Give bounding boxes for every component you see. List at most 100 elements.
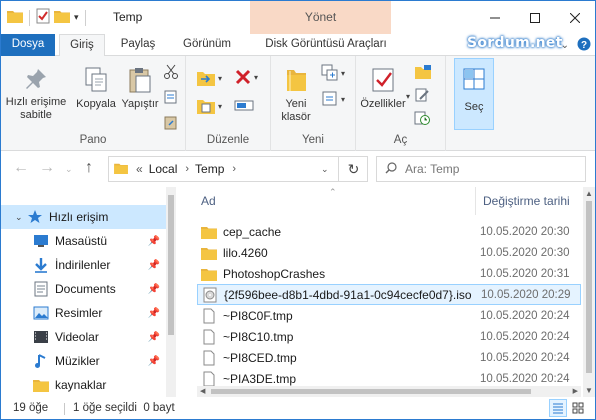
breadcrumb-local[interactable]: Local [149,162,178,176]
pin-icon[interactable]: 📌 [148,284,160,295]
pin-icon[interactable]: 📌 [148,236,160,247]
minimize-button[interactable] [475,1,515,34]
copy-to-button[interactable]: ▾ [196,96,222,116]
explorer-window: ▾ Temp Yönet Dosya Giriş Paylaş Görünüm … [0,0,596,420]
status-bar: 19 öğe 1 öğe seçildi 0 bayt [1,397,595,419]
folder-icon[interactable] [7,9,23,26]
edit-icon[interactable] [414,87,432,106]
nav-item-masaustu[interactable]: Masaüstü 📌 [1,229,166,253]
delete-button[interactable]: ▾ [234,68,258,86]
large-icons-view-button[interactable] [569,399,587,417]
nav-item-quick-access[interactable]: ⌄ Hızlı erişim [1,205,166,229]
horizontal-scrollbar[interactable]: ◀ ▶ [197,386,581,397]
help-icon[interactable]: ? [577,37,591,54]
file-icon [201,350,217,366]
new-folder-icon[interactable] [54,9,70,26]
list-item[interactable]: ~PI8C0F.tmp 10.05.2020 20:24 [197,305,581,326]
new-folder-button[interactable]: Yeni klasör [275,66,317,124]
easy-access-button[interactable]: ▾ [321,90,345,108]
chevron-right-icon[interactable]: › [232,163,236,175]
history-icon[interactable] [414,110,432,129]
scrollbar-thumb[interactable] [211,389,531,394]
list-item[interactable]: lilo.4260 10.05.2020 20:30 [197,242,581,263]
scroll-right-arrow-icon[interactable]: ▶ [573,387,578,395]
recent-locations-chevron-icon[interactable]: ⌄ [65,164,73,175]
tab-yonet-context[interactable]: Yönet [250,1,391,34]
scrollbar-thumb[interactable] [168,195,174,335]
move-to-button[interactable]: ▾ [196,68,222,88]
pin-quick-access-button[interactable]: Hızlı erişime sabitle [5,66,67,122]
address-history-chevron-icon[interactable]: ⌄ [321,164,329,175]
breadcrumb-temp[interactable]: Temp [195,162,224,176]
file-list-scrollbar[interactable]: ▲ ▼ [583,187,595,397]
address-bar[interactable]: « Local › Temp › [108,156,368,182]
large-icons-view-icon [572,402,584,414]
up-arrow-icon[interactable]: ↑ [85,159,93,177]
column-header-date[interactable]: Değiştirme tarihi [483,187,570,215]
tab-gorunum[interactable]: Görünüm [171,34,243,56]
group-pano: Hızlı erişime sabitle Kopyala Yapıştır P… [1,56,186,151]
folder-icon [201,266,217,282]
list-item[interactable]: cep_cache 10.05.2020 20:30 [197,221,581,242]
file-icon [201,308,217,324]
folder-icon [201,245,217,261]
open-icon[interactable] [414,64,432,83]
pin-icon[interactable]: 📌 [148,260,160,271]
search-box[interactable]: Ara: Temp [376,156,586,182]
back-arrow-icon[interactable]: ← [13,159,29,177]
group-sec: Seç [446,56,501,151]
nav-item-indirilenler[interactable]: İndirilenler 📌 [1,253,166,277]
chevron-right-icon[interactable]: › [185,163,189,175]
nav-pane-scrollbar[interactable] [166,187,176,397]
pin-icon[interactable]: 📌 [148,332,160,343]
maximize-button[interactable] [515,1,555,34]
scroll-up-arrow-icon[interactable]: ▲ [585,189,593,198]
scrollbar-thumb[interactable] [586,201,592,373]
details-view-button[interactable] [549,399,567,417]
customize-dropdown-icon[interactable]: ▾ [74,12,79,23]
nav-item-documents[interactable]: Documents 📌 [1,277,166,301]
properties-button[interactable]: Özellikler [358,66,408,111]
list-item[interactable]: ~PI8CED.tmp 10.05.2020 20:24 [197,347,581,368]
select-grid-icon [463,68,485,90]
new-item-button[interactable]: ▾ [321,64,345,82]
select-button[interactable]: Seç [454,58,494,130]
tab-paylas[interactable]: Paylaş [113,34,163,56]
cut-icon[interactable] [163,64,179,83]
delete-icon [235,69,251,85]
close-button[interactable] [555,1,595,34]
properties-check-icon[interactable] [36,8,50,27]
rename-button[interactable] [234,96,254,114]
forward-arrow-icon[interactable]: → [39,159,55,177]
tab-dosya[interactable]: Dosya [1,34,55,56]
scroll-left-arrow-icon[interactable]: ◀ [200,387,205,395]
group-label-duzenle: Düzenle [206,134,250,146]
nav-item-resimler[interactable]: Resimler 📌 [1,301,166,325]
search-icon [385,161,397,177]
tab-giris[interactable]: Giriş [59,34,105,57]
column-divider[interactable] [475,187,476,215]
properties-dropdown-icon[interactable]: ▾ [406,92,410,101]
refresh-button[interactable]: ↻ [338,156,368,182]
paste-shortcut-icon[interactable] [163,114,179,133]
pin-icon[interactable]: 📌 [148,308,160,319]
copy-button[interactable]: Kopyala [73,66,119,111]
list-item-selected[interactable]: {2f596bee-d8b1-4dbd-91a1-0c94cecfe0d7}.i… [197,284,581,305]
selection-info: 1 öğe seçildi 0 bayt [73,402,175,414]
scroll-down-arrow-icon[interactable]: ▼ [585,386,593,395]
paste-button[interactable]: Yapıştır [119,66,161,111]
column-header-name[interactable]: Ad [201,187,216,215]
nav-item-kaynaklar[interactable]: kaynaklar [1,373,166,397]
pin-icon[interactable]: 📌 [148,356,160,367]
nav-item-muzikler[interactable]: Müzikler 📌 [1,349,166,373]
list-item[interactable]: ~PI8C10.tmp 10.05.2020 20:24 [197,326,581,347]
breadcrumb-overflow[interactable]: « [136,162,143,176]
chevron-down-icon[interactable]: ⌄ [561,40,569,51]
copy-icon [85,67,107,92]
copy-path-icon[interactable] [163,89,179,108]
nav-item-videolar[interactable]: Videolar 📌 [1,325,166,349]
tab-disk-goruntusu-araclari[interactable]: Disk Görüntüsü Araçları [253,34,399,56]
file-list: ⌃ Ad Değiştirme tarihi cep_cache 10.05.2… [183,187,583,397]
list-item[interactable]: PhotoshopCrashes 10.05.2020 20:31 [197,263,581,284]
chevron-down-icon[interactable]: ⌄ [15,212,23,223]
